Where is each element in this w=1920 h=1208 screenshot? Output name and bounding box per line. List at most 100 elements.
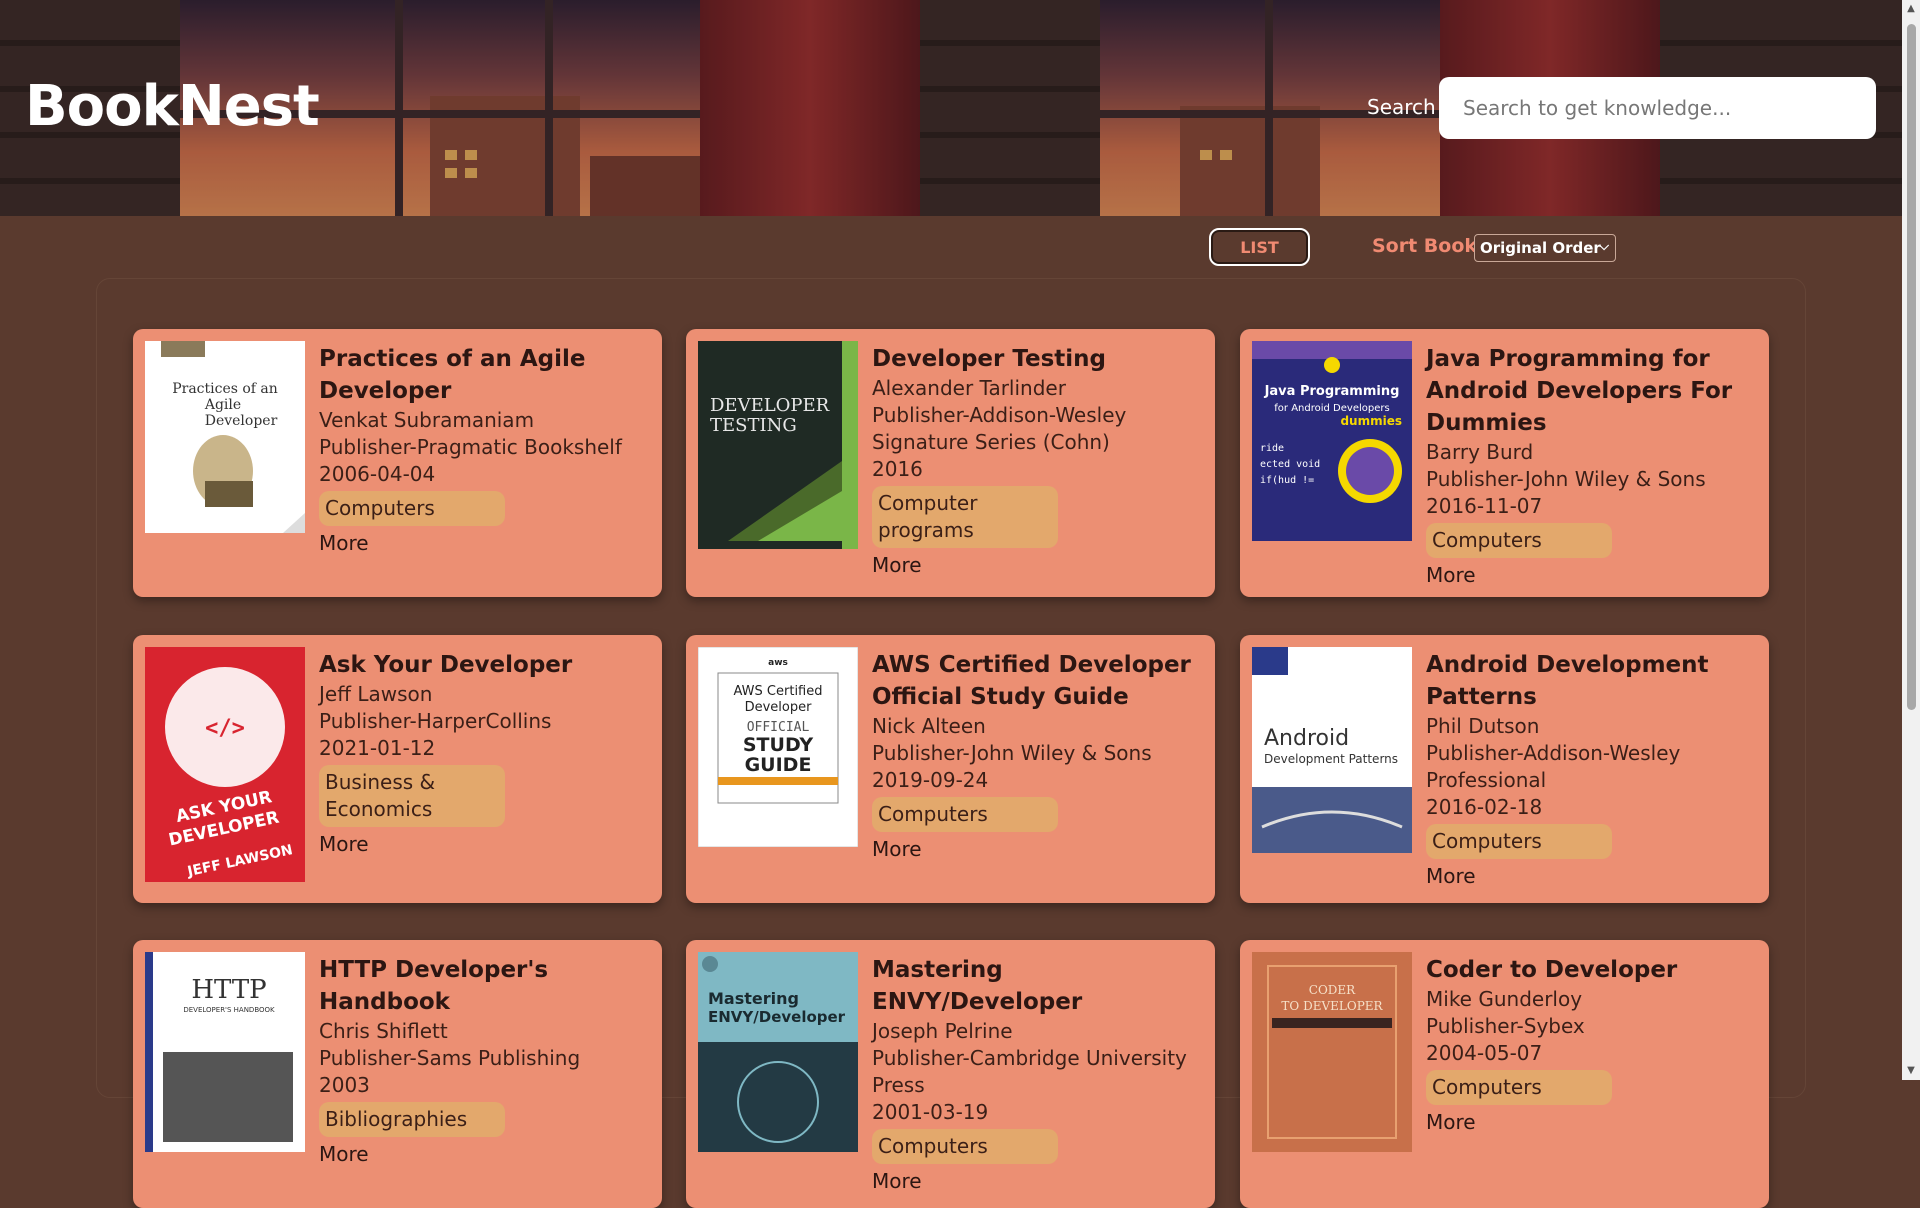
book-publisher: Publisher-John Wiley & Sons [872,741,1152,765]
book-title[interactable]: Android Development Patterns [1426,649,1757,713]
book-title[interactable]: Ask Your Developer [319,649,650,681]
book-card[interactable]: </> ASK YOUR DEVELOPER JEFF LAWSON Ask Y… [133,635,662,903]
search-label: Search [1367,95,1436,119]
svg-text:TESTING: TESTING [710,415,797,436]
more-link[interactable]: More [319,528,650,558]
book-title[interactable]: Practices of an Agile Developer [319,343,650,407]
book-title[interactable]: HTTP Developer's Handbook [319,954,650,1018]
book-date: 2019-09-24 [872,768,989,792]
book-card[interactable]: Java Programming for Android Developers … [1240,329,1769,597]
more-link[interactable]: More [319,1139,650,1169]
sort-select[interactable]: Original Order ⌵ [1474,234,1616,262]
category-badge: Bibliographies [319,1102,505,1137]
book-cover: </> ASK YOUR DEVELOPER JEFF LAWSON [145,647,305,882]
book-publisher: Publisher-Pragmatic Bookshelf [319,435,622,459]
page-scrollbar[interactable]: ▲ ▼ [1902,0,1920,1080]
svg-text:GUIDE: GUIDE [745,754,812,776]
book-date: 2016 [872,457,923,481]
book-author: Jeff Lawson [319,682,433,706]
book-cover: CODER TO DEVELOPER [1252,952,1412,1152]
header-banner: BookNest Search [0,0,1902,216]
book-card[interactable]: Mastering ENVY/Developer Mastering ENVY/… [686,940,1215,1208]
svg-text:aws: aws [768,658,788,668]
svg-text:for Android Developers: for Android Developers [1274,403,1389,414]
more-link[interactable]: More [872,834,1203,864]
svg-text:DEVELOPER'S HANDBOOK: DEVELOPER'S HANDBOOK [183,1006,275,1014]
book-publisher: Publisher-HarperCollins [319,709,552,733]
scroll-down-icon[interactable]: ▼ [1902,1062,1920,1080]
svg-text:dummies: dummies [1340,414,1402,428]
category-badge: Computers [872,1129,1058,1164]
brand-logo[interactable]: BookNest [25,74,320,139]
category-badge: Computers [1426,1070,1612,1105]
book-date: 2006-04-04 [319,462,436,486]
more-link[interactable]: More [319,829,650,859]
book-author: Alexander Tarlinder [872,376,1066,400]
svg-text:TO DEVELOPER: TO DEVELOPER [1281,999,1383,1013]
book-card[interactable]: DEVELOPER TESTING Developer Testing Alex… [686,329,1215,597]
category-badge: Computer programs [872,486,1058,548]
scrollbar-thumb[interactable] [1907,24,1916,710]
category-badge: Business & Economics [319,765,505,827]
sort-select-value: Original Order [1480,239,1601,257]
book-title[interactable]: Coder to Developer [1426,954,1757,986]
book-date: 2021-01-12 [319,736,436,760]
svg-text:DEVELOPER: DEVELOPER [710,395,830,416]
svg-text:</>: </> [205,716,245,741]
svg-text:STUDY: STUDY [743,734,813,756]
more-link[interactable]: More [872,1166,1203,1196]
svg-text:AWS Certified: AWS Certified [734,684,823,699]
book-date: 2001-03-19 [872,1100,989,1124]
svg-text:Mastering: Mastering [708,989,799,1008]
category-badge: Computers [319,491,505,526]
list-view-button[interactable]: LIST [1209,228,1310,266]
svg-text:if(hud !=: if(hud != [1260,475,1314,486]
scroll-up-icon[interactable]: ▲ [1902,0,1920,18]
sort-label: Sort Book [1372,235,1478,257]
book-publisher: Publisher-Sams Publishing [319,1046,581,1070]
book-title[interactable]: AWS Certified Developer Official Study G… [872,649,1203,713]
svg-text:ride: ride [1260,443,1284,454]
search-input[interactable] [1439,77,1876,139]
more-link[interactable]: More [1426,560,1757,590]
book-card[interactable]: HTTP DEVELOPER'S HANDBOOK HTTP Developer… [133,940,662,1208]
svg-text:Developer: Developer [205,413,278,429]
book-date: 2016-02-18 [1426,795,1543,819]
book-author: Chris Shiflett [319,1019,448,1043]
book-date: 2016-11-07 [1426,494,1543,518]
book-publisher: Publisher-Sybex [1426,1014,1585,1038]
book-title[interactable]: Developer Testing [872,343,1203,375]
svg-text:OFFICIAL: OFFICIAL [747,720,810,735]
book-card[interactable]: Android Development Patterns Android Dev… [1240,635,1769,903]
book-cover: DEVELOPER TESTING [698,341,858,549]
category-badge: Computers [872,797,1058,832]
svg-text:CODER: CODER [1309,983,1356,997]
svg-text:Android: Android [1264,726,1349,751]
more-link[interactable]: More [1426,861,1757,891]
chevron-down-icon: ⌵ [1599,239,1609,254]
svg-text:Development Patterns: Development Patterns [1264,752,1398,766]
book-card[interactable]: Practices of an Agile Developer Practice… [133,329,662,597]
svg-text:Agile: Agile [204,397,241,413]
book-publisher: Publisher-Cambridge University Press [872,1046,1187,1097]
book-cover: Android Development Patterns [1252,647,1412,853]
book-publisher: Publisher-Addison-Wesley Signature Serie… [872,403,1127,454]
book-author: Mike Gunderloy [1426,987,1583,1011]
book-card[interactable]: CODER TO DEVELOPER Coder to Developer Mi… [1240,940,1769,1208]
book-author: Phil Dutson [1426,714,1540,738]
book-date: 2003 [319,1073,370,1097]
book-cover: aws AWS Certified Developer OFFICIAL STU… [698,647,858,847]
svg-text:HTTP: HTTP [191,975,266,1005]
book-cover: Practices of an Agile Developer [145,341,305,533]
svg-text:ected void: ected void [1260,459,1320,470]
book-publisher: Publisher-Addison-Wesley Professional [1426,741,1681,792]
svg-text:ENVY/Developer: ENVY/Developer [708,1008,846,1026]
more-link[interactable]: More [1426,1107,1757,1137]
book-author: Joseph Pelrine [872,1019,1013,1043]
book-title[interactable]: Mastering ENVY/Developer [872,954,1203,1018]
book-cover: HTTP DEVELOPER'S HANDBOOK [145,952,305,1152]
more-link[interactable]: More [872,550,1203,580]
book-date: 2004-05-07 [1426,1041,1543,1065]
book-title[interactable]: Java Programming for Android Developers … [1426,343,1757,439]
book-card[interactable]: aws AWS Certified Developer OFFICIAL STU… [686,635,1215,903]
